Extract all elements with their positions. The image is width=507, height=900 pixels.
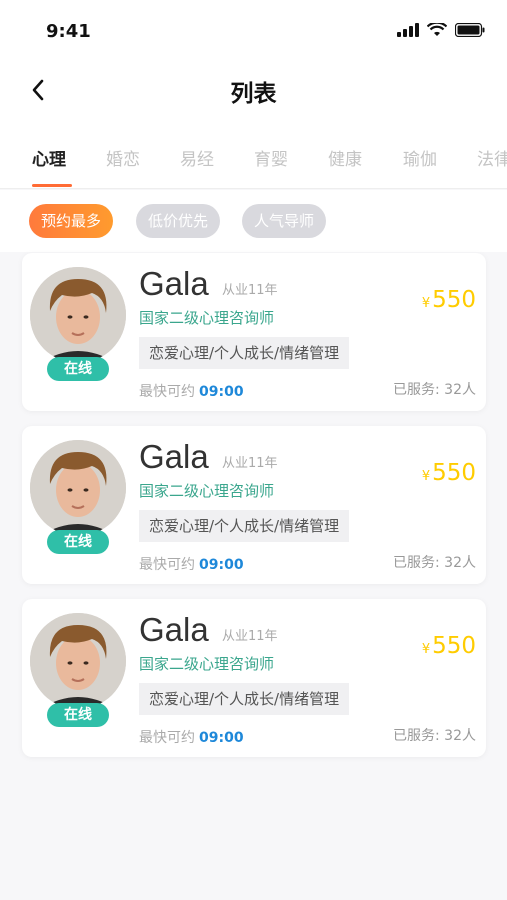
avatar xyxy=(30,613,126,709)
counselor-name: Gala xyxy=(139,265,209,302)
price-value: 550 xyxy=(432,460,476,486)
earliest-time: 09:00 xyxy=(199,384,244,400)
online-badge: 在线 xyxy=(47,703,109,727)
wifi-icon xyxy=(427,23,447,36)
earliest-label: 最快可约 xyxy=(139,730,195,746)
tab-yijing[interactable]: 易经 xyxy=(180,145,214,170)
avatar xyxy=(30,440,126,536)
certificate: 国家二级心理咨询师 xyxy=(139,309,275,327)
tab-jiankang[interactable]: 健康 xyxy=(328,145,362,170)
certificate: 国家二级心理咨询师 xyxy=(139,655,275,673)
specialty-tags: 恋爱心理/个人成长/情绪管理 xyxy=(139,510,350,542)
price: ¥ 550 xyxy=(422,287,476,313)
filter-low-price[interactable]: 低价优先 xyxy=(136,204,221,238)
earliest-availability: 最快可约 09:00 xyxy=(139,727,244,747)
battery-icon xyxy=(455,23,485,37)
online-badge: 在线 xyxy=(47,530,109,554)
currency-symbol: ¥ xyxy=(421,642,431,657)
price-value: 550 xyxy=(432,287,476,313)
earliest-time: 09:00 xyxy=(199,730,244,746)
counselor-name: Gala xyxy=(139,611,209,648)
served-count: 已服务: 32人 xyxy=(393,382,476,398)
filter-bar: 预约最多 低价优先 人气导师 xyxy=(0,190,507,252)
served-count: 已服务: 32人 xyxy=(393,728,476,744)
currency-symbol: ¥ xyxy=(421,296,431,311)
experience-years: 从业11年 xyxy=(222,629,278,644)
filter-most-booked[interactable]: 预约最多 xyxy=(29,204,114,238)
tab-hunlian[interactable]: 婚恋 xyxy=(106,145,140,170)
served-count: 已服务: 32人 xyxy=(393,555,476,571)
price-value: 550 xyxy=(432,633,476,659)
earliest-time: 09:00 xyxy=(199,557,244,573)
currency-symbol: ¥ xyxy=(421,469,431,484)
nav-bar: 列表 xyxy=(0,60,507,122)
certificate: 国家二级心理咨询师 xyxy=(139,482,275,500)
tab-yujia[interactable]: 瑜伽 xyxy=(403,145,437,170)
tab-xinli[interactable]: 心理 xyxy=(32,145,66,170)
specialty-tags: 恋爱心理/个人成长/情绪管理 xyxy=(139,683,350,715)
counselor-card[interactable]: 在线 Gala 从业11年 国家二级心理咨询师 恋爱心理/个人成长/情绪管理 最… xyxy=(22,426,486,584)
signal-icon xyxy=(397,23,419,37)
avatar xyxy=(30,267,126,363)
experience-years: 从业11年 xyxy=(222,283,278,298)
counselor-card[interactable]: 在线 Gala 从业11年 国家二级心理咨询师 恋爱心理/个人成长/情绪管理 最… xyxy=(22,253,486,411)
counselor-card[interactable]: 在线 Gala 从业11年 国家二级心理咨询师 恋爱心理/个人成长/情绪管理 最… xyxy=(22,599,486,757)
earliest-label: 最快可约 xyxy=(139,384,195,400)
active-tab-indicator xyxy=(32,184,72,187)
earliest-label: 最快可约 xyxy=(139,557,195,573)
category-tabs: 心理 婚恋 易经 育婴 健康 瑜伽 法律 xyxy=(0,122,507,189)
status-time: 9:41 xyxy=(46,21,91,42)
status-bar: 9:41 xyxy=(0,0,507,60)
price: ¥ 550 xyxy=(422,633,476,659)
price: ¥ 550 xyxy=(422,460,476,486)
experience-years: 从业11年 xyxy=(222,456,278,471)
tab-yuying[interactable]: 育婴 xyxy=(254,145,288,170)
earliest-availability: 最快可约 09:00 xyxy=(139,554,244,574)
specialty-tags: 恋爱心理/个人成长/情绪管理 xyxy=(139,337,350,369)
filter-popular[interactable]: 人气导师 xyxy=(242,204,327,238)
page-title: 列表 xyxy=(230,81,277,107)
earliest-availability: 最快可约 09:00 xyxy=(139,381,244,401)
tab-falv[interactable]: 法律 xyxy=(477,145,507,170)
status-icons xyxy=(397,23,485,37)
counselor-name: Gala xyxy=(139,438,209,475)
online-badge: 在线 xyxy=(47,357,109,381)
